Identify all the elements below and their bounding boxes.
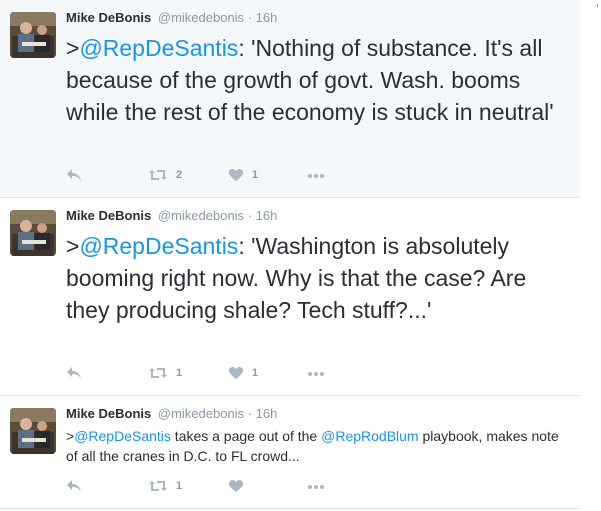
reply-button[interactable] <box>66 479 82 493</box>
author-handle[interactable]: @mikedebonis <box>158 208 244 223</box>
retweet-button[interactable]: 1 <box>148 479 182 493</box>
retweet-icon <box>149 170 167 180</box>
like-button[interactable]: 1 <box>228 168 258 182</box>
reply-icon <box>67 367 81 379</box>
more-button[interactable] <box>306 168 326 182</box>
avatar[interactable] <box>10 12 56 58</box>
mention-link[interactable]: @RepDeSantis <box>74 428 171 444</box>
reply-button[interactable] <box>66 366 82 380</box>
heart-icon <box>229 480 243 492</box>
timestamp[interactable]: 16h <box>256 208 278 223</box>
separator: · <box>247 208 253 223</box>
text-mid: takes a page out of the <box>170 428 322 444</box>
tweet-timeline: Mike DeBonis @mikedebonis · 16h >@RepDeS… <box>0 0 580 511</box>
tweet[interactable]: Mike DeBonis @mikedebonis · 16h >@RepDeS… <box>0 396 580 509</box>
like-button[interactable] <box>228 479 252 493</box>
timestamp[interactable]: 16h <box>256 10 278 25</box>
tweet-header: Mike DeBonis @mikedebonis · 16h <box>66 10 277 26</box>
text-prefix: > <box>66 233 80 259</box>
timestamp[interactable]: 16h <box>256 406 278 421</box>
more-dots-icon <box>308 174 324 178</box>
avatar[interactable] <box>10 408 56 454</box>
more-button[interactable] <box>306 366 326 380</box>
tweet[interactable]: Mike DeBonis @mikedebonis · 16h >@RepDeS… <box>0 0 580 198</box>
retweet-icon <box>149 368 167 378</box>
tweet-header: Mike DeBonis @mikedebonis · 16h <box>66 406 277 422</box>
reply-icon <box>67 480 81 492</box>
retweet-icon <box>149 481 167 491</box>
more-dots-icon <box>308 485 324 489</box>
retweet-button[interactable]: 2 <box>148 168 182 182</box>
mention-link[interactable]: @RepDeSantis <box>79 233 238 259</box>
author-name[interactable]: Mike DeBonis <box>66 406 151 421</box>
retweet-count: 1 <box>176 367 183 379</box>
text-prefix: > <box>66 35 80 61</box>
more-button[interactable] <box>306 479 326 493</box>
heart-icon <box>229 169 243 181</box>
retweet-button[interactable]: 1 <box>148 366 182 380</box>
tweet-text: >@RepDeSantis: 'Washington is absolutely… <box>66 230 571 326</box>
author-name[interactable]: Mike DeBonis <box>66 208 151 223</box>
separator: · <box>247 406 253 421</box>
separator: · <box>247 10 253 25</box>
mention-link[interactable]: @RepRodBlum <box>321 428 418 444</box>
heart-icon <box>229 367 243 379</box>
like-count: 1 <box>252 367 259 379</box>
reply-button[interactable] <box>66 168 82 182</box>
mention-link[interactable]: @RepDeSantis <box>79 35 238 61</box>
like-count: 1 <box>252 169 259 181</box>
retweet-count: 1 <box>176 480 183 492</box>
edge-mark <box>597 4 598 7</box>
text-prefix: > <box>66 428 75 444</box>
tweet[interactable]: Mike DeBonis @mikedebonis · 16h >@RepDeS… <box>0 198 580 396</box>
author-name[interactable]: Mike DeBonis <box>66 10 151 25</box>
tweet-text: >@RepDeSantis: 'Nothing of substance. It… <box>66 32 571 128</box>
avatar[interactable] <box>10 210 56 256</box>
tweet-text: >@RepDeSantis takes a page out of the @R… <box>66 426 571 466</box>
tweet-header: Mike DeBonis @mikedebonis · 16h <box>66 208 277 224</box>
author-handle[interactable]: @mikedebonis <box>158 406 244 421</box>
author-handle[interactable]: @mikedebonis <box>158 10 244 25</box>
like-button[interactable]: 1 <box>228 366 258 380</box>
reply-icon <box>67 169 81 181</box>
retweet-count: 2 <box>176 169 183 181</box>
more-dots-icon <box>308 372 324 376</box>
